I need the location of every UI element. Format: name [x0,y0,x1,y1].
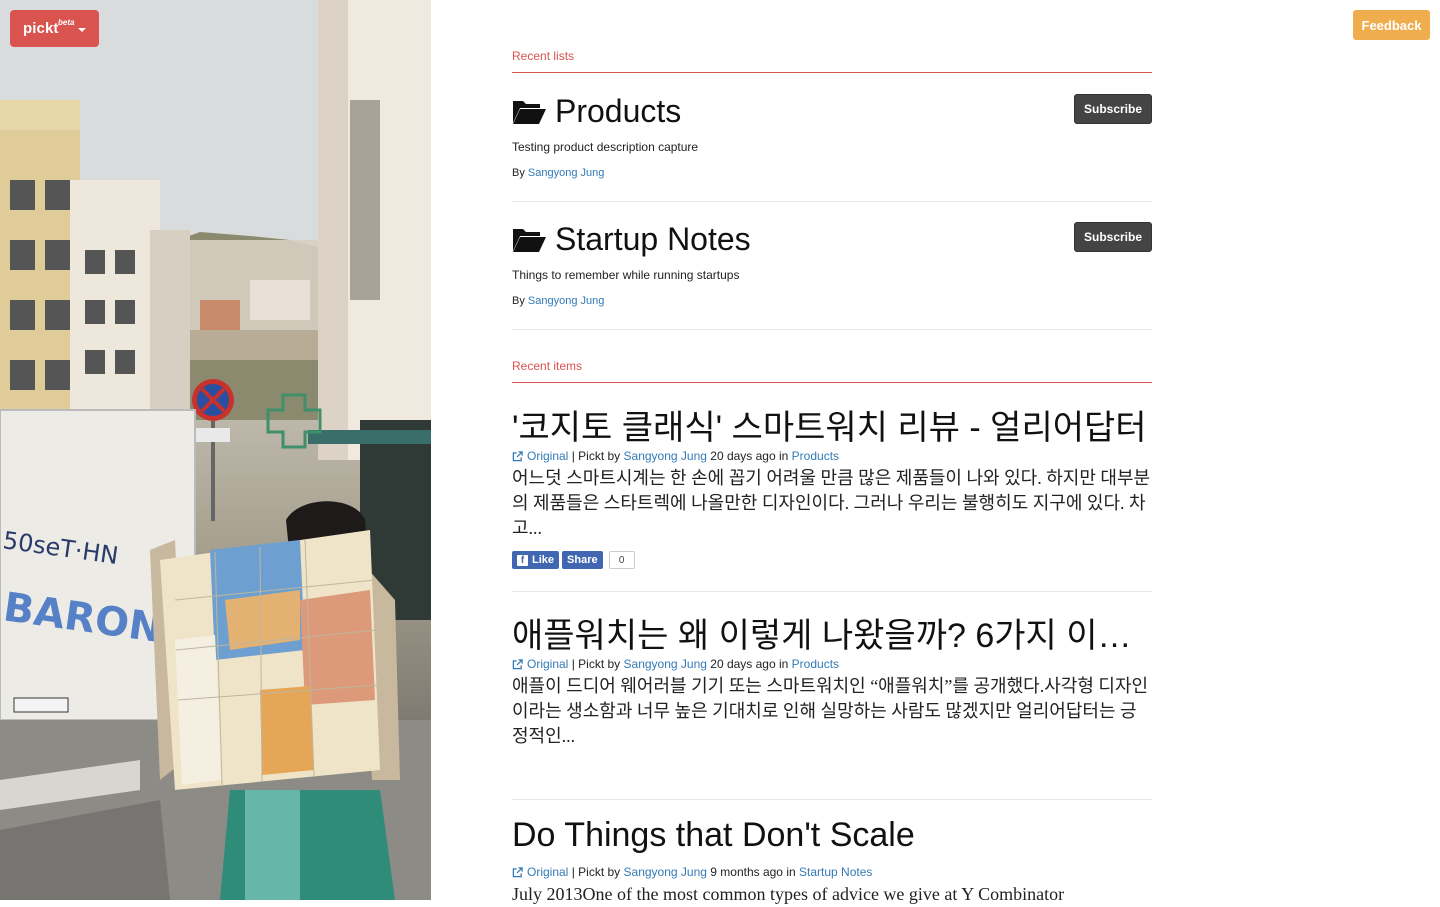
item-title-link[interactable]: Do Things that Don't Scale [512,816,1152,855]
item-excerpt: 애플이 드디어 웨어러블 기기 또는 스마트워치인 “애플워치”를 공개했다.사… [512,676,1149,746]
original-link[interactable]: Original [527,449,568,463]
by-label: By [512,295,525,307]
main-content: Recent lists Products Subscribe Testing … [512,0,1152,904]
list-link[interactable]: Products [792,449,839,463]
pickt-by-label: | Pickt by [571,449,621,463]
list-byline: By Sangyong Jung [512,167,604,179]
folder-open-icon [513,100,546,124]
divider [512,382,1152,383]
recent-lists-heading: Recent lists [512,49,575,63]
author-link[interactable]: Sangyong Jung [528,295,604,307]
external-link-icon [512,450,523,461]
list-title-link[interactable]: Products [512,93,681,130]
feedback-button[interactable]: Feedback [1353,10,1430,40]
external-link-icon [512,658,523,669]
background-photo: 50seT·HN BARON [0,0,431,900]
pickt-by-label: | Pickt by [571,865,621,879]
divider [512,799,1152,800]
subscribe-button[interactable]: Subscribe [1074,94,1152,124]
pickt-by-label: | Pickt by [571,657,621,671]
item-title-link[interactable]: 애플워치는 왜 이렇게 나왔을까? 6가지 이유 - 얼리어답터 [512,608,1152,657]
external-link-icon [512,866,523,877]
divider [512,329,1152,330]
author-link[interactable]: Sangyong Jung [528,167,604,179]
subscribe-button[interactable]: Subscribe [1074,222,1152,252]
caret-down-icon [78,28,86,32]
share-count: 0 [608,551,635,569]
item-meta: Original | Pickt by Sangyong Jung 20 day… [512,657,839,671]
facebook-like-button[interactable]: f Like [512,551,560,569]
list-link[interactable]: Products [792,657,839,671]
folder-open-icon [513,228,546,252]
original-link[interactable]: Original [527,865,568,879]
list-description: Things to remember while running startup… [512,268,740,282]
item-excerpt: July 2013One of the most common types of… [512,884,1065,904]
item-excerpt: 어느덧 스마트시계는 한 손에 꼽기 어려울 만큼 많은 제품들이 나와 있다.… [512,468,1151,538]
original-link[interactable]: Original [527,657,568,671]
list-link[interactable]: Startup Notes [799,865,872,879]
list-description: Testing product description capture [512,140,699,154]
by-label: By [512,167,525,179]
list-title-link[interactable]: Startup Notes [512,221,751,258]
beta-badge: beta [58,18,75,27]
like-label: Like [532,554,555,566]
list-title: Startup Notes [555,221,751,257]
facebook-icon: f [517,554,528,566]
item-age: 9 months ago in [710,865,796,879]
brand-menu-button[interactable]: pickt beta [10,10,99,47]
item-age: 20 days ago in [710,657,789,671]
author-link[interactable]: Sangyong Jung [624,865,707,879]
brand-name: pickt [23,20,59,37]
divider [512,591,1152,592]
divider [512,201,1152,202]
recent-items-heading: Recent items [512,359,583,373]
item-title-link[interactable]: '코지토 클래식' 스마트워치 리뷰 - 얼리어답터 [512,400,1152,449]
list-byline: By Sangyong Jung [512,295,604,307]
list-title: Products [555,93,682,129]
author-link[interactable]: Sangyong Jung [624,657,707,671]
item-age: 20 days ago in [710,449,789,463]
author-link[interactable]: Sangyong Jung [624,449,707,463]
facebook-widget: f Like Share 0 [512,551,635,569]
facebook-share-button[interactable]: Share [562,551,603,569]
divider [512,72,1152,73]
item-meta: Original | Pickt by Sangyong Jung 20 day… [512,449,839,463]
item-meta: Original | Pickt by Sangyong Jung 9 mont… [512,865,872,879]
